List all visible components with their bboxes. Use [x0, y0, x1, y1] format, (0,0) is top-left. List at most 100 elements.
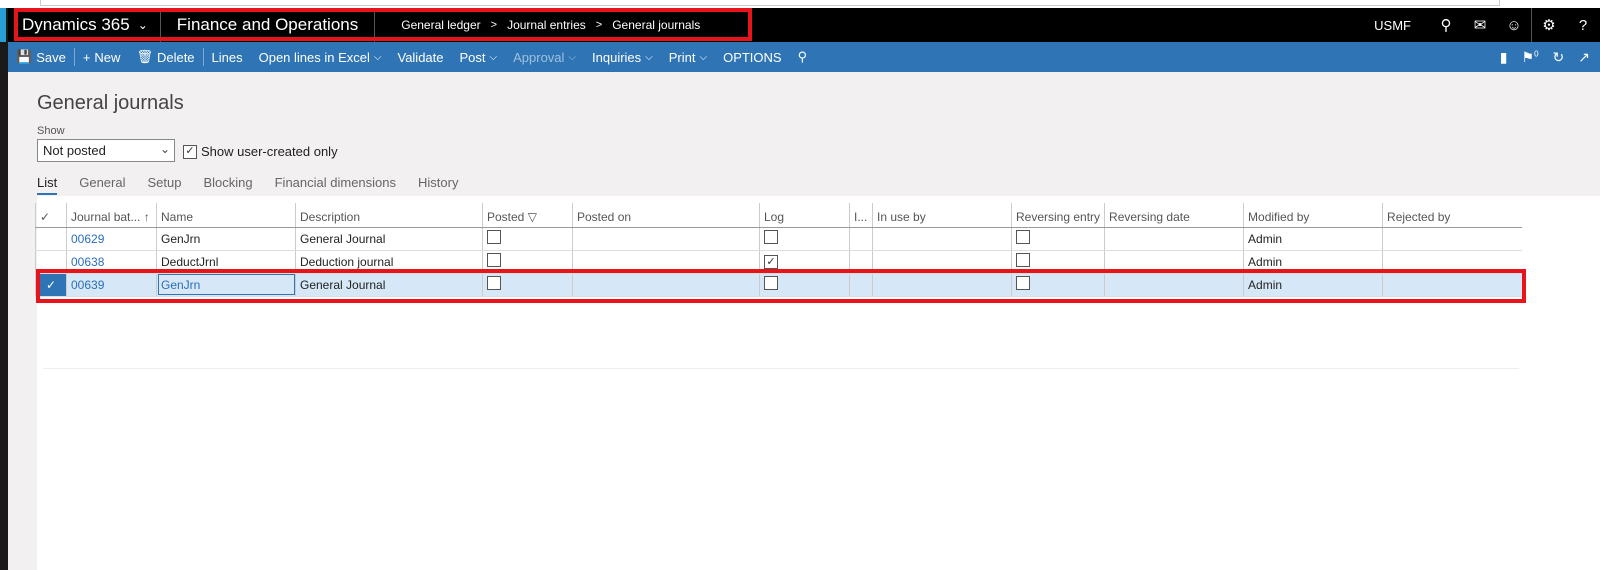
checkbox-unchecked-icon[interactable] [1016, 276, 1030, 290]
sort-ascending-icon: ↑ [143, 209, 150, 224]
breadcrumb-item[interactable]: Journal entries [507, 18, 586, 32]
table-row[interactable]: 00638 DeductJrnl Deduction journal ✓ Adm… [35, 250, 1522, 274]
in-use-cell [849, 273, 873, 297]
tab-setup[interactable]: Setup [147, 175, 181, 195]
col-header-posted-on[interactable]: Posted on [572, 203, 760, 228]
show-value: Not posted [43, 143, 106, 158]
in-use-by-cell [872, 227, 1012, 251]
col-label: Posted [487, 209, 525, 224]
options-tab[interactable]: OPTIONS [715, 42, 790, 72]
content-area: General journals Show Not posted ⌄ ✓ Sho… [8, 72, 1600, 570]
delete-label: Delete [156, 49, 195, 65]
left-edge [0, 8, 8, 570]
name-cell[interactable]: GenJrn [156, 273, 296, 297]
excel-label: Open lines in Excel [258, 49, 370, 65]
validate-button[interactable]: Validate [389, 42, 451, 72]
app-name: Finance and Operations [161, 8, 376, 42]
new-button[interactable]: + New [75, 42, 129, 72]
tab-blocking[interactable]: Blocking [203, 175, 252, 195]
brand-menu[interactable]: Dynamics 365 ⌄ [8, 8, 161, 42]
modified-by-cell: Admin [1243, 273, 1383, 297]
col-header-name[interactable]: Name [156, 203, 296, 228]
delete-button[interactable]: 🗑 Delete [128, 42, 202, 72]
notifications-icon[interactable]: ⚑0 [1522, 49, 1539, 66]
message-center-icon[interactable]: ✉ [1463, 16, 1497, 34]
validate-label: Validate [397, 49, 444, 65]
posted-on-cell [572, 273, 760, 297]
journals-grid: ✓ Journal bat... ↑ Name Description Post… [35, 203, 1522, 297]
select-all-checkmark[interactable]: ✓ [35, 203, 67, 228]
journal-batch-link[interactable]: 00638 [66, 250, 157, 274]
page-title: General journals [37, 92, 184, 114]
approval-label: Approval [513, 49, 565, 65]
tab-history[interactable]: History [418, 175, 458, 195]
col-header-rejected-by[interactable]: Rejected by [1382, 203, 1522, 228]
chevron-down-icon: ⌄ [159, 142, 170, 156]
nav-right: USMF ⚲ ✉ ☺ ⚙ ? [1374, 8, 1600, 42]
name-cell[interactable]: GenJrn [156, 227, 296, 251]
col-header-description[interactable]: Description [295, 203, 483, 228]
checkbox-unchecked-icon[interactable] [1016, 230, 1030, 244]
log-cell: ✓ [759, 250, 850, 274]
reversing-date-cell [1104, 227, 1244, 251]
tab-list[interactable]: List [37, 175, 58, 195]
print-label: Print [668, 49, 696, 65]
journal-batch-link[interactable]: 00629 [66, 227, 157, 251]
checkbox-unchecked-icon [764, 276, 778, 290]
show-dropdown[interactable]: Not posted ⌄ [37, 139, 175, 162]
window-top-strip [0, 0, 1600, 8]
row-selector[interactable] [35, 250, 67, 274]
search-icon[interactable]: ⚲ [1429, 16, 1463, 34]
lines-button[interactable]: Lines [204, 42, 251, 72]
open-in-excel-menu[interactable]: Open lines in Excel ⌵ [251, 42, 390, 72]
col-header-in-use-by[interactable]: In use by [872, 203, 1012, 228]
help-icon[interactable]: ? [1566, 17, 1600, 34]
office-icon[interactable]: ▮ [1500, 49, 1508, 66]
tab-general[interactable]: General [79, 175, 125, 195]
trash-icon: 🗑 [136, 49, 153, 64]
save-button[interactable]: 💾 Save [8, 42, 74, 72]
description-cell[interactable]: General Journal [295, 273, 483, 297]
rejected-by-cell [1382, 250, 1522, 274]
posted-on-cell [572, 227, 760, 251]
breadcrumb-item[interactable]: General journals [612, 18, 700, 32]
log-cell [759, 273, 850, 297]
table-row-selected[interactable]: ✓ 00639 GenJrn General Journal Admin [35, 273, 1522, 297]
feedback-smiley-icon[interactable]: ☺ [1497, 17, 1531, 34]
open-new-window-icon[interactable]: ↗ [1578, 49, 1590, 66]
checkbox-checked-icon[interactable]: ✓ [183, 144, 197, 159]
refresh-icon[interactable]: ↻ [1553, 49, 1565, 66]
options-label: OPTIONS [723, 49, 782, 65]
chevron-down-icon: ⌵ [568, 51, 577, 63]
post-menu[interactable]: Post ⌵ [452, 42, 506, 72]
plus-icon: + [82, 49, 91, 65]
inquiries-menu[interactable]: Inquiries ⌵ [584, 42, 661, 72]
print-menu[interactable]: Print ⌵ [661, 42, 715, 72]
tab-financial-dimensions[interactable]: Financial dimensions [275, 175, 396, 195]
chevron-right-icon: > [490, 19, 498, 31]
row-selected-checkmark-icon[interactable]: ✓ [35, 273, 67, 297]
col-header-posted[interactable]: Posted ▽ [482, 203, 573, 228]
log-cell [759, 227, 850, 251]
company-picker[interactable]: USMF [1374, 18, 1411, 33]
col-header-log[interactable]: Log [759, 203, 850, 228]
journal-batch-link[interactable]: 00639 [66, 273, 157, 297]
row-selector[interactable] [35, 227, 67, 251]
gear-icon[interactable]: ⚙ [1532, 16, 1566, 34]
col-header-modified-by[interactable]: Modified by [1243, 203, 1383, 228]
user-created-only-toggle[interactable]: ✓ Show user-created only [183, 144, 338, 159]
search-actions-button[interactable]: ⚲ [790, 42, 816, 72]
checkbox-unchecked-icon [487, 230, 501, 244]
table-row[interactable]: 00629 GenJrn General Journal Admin [35, 227, 1522, 251]
breadcrumb-item[interactable]: General ledger [401, 18, 480, 32]
name-cell[interactable]: DeductJrnl [156, 250, 296, 274]
description-cell[interactable]: General Journal [295, 227, 483, 251]
description-cell[interactable]: Deduction journal [295, 250, 483, 274]
checkbox-unchecked-icon[interactable] [1016, 253, 1030, 267]
col-header-reversing-entry[interactable]: Reversing entry [1010, 203, 1105, 228]
approval-menu[interactable]: Approval ⌵ [505, 42, 584, 72]
col-header-in-use[interactable]: I... [849, 203, 873, 228]
col-header-reversing-date[interactable]: Reversing date [1104, 203, 1244, 228]
checkbox-unchecked-icon [487, 253, 501, 267]
col-header-journal-batch[interactable]: Journal bat... ↑ [66, 203, 157, 228]
